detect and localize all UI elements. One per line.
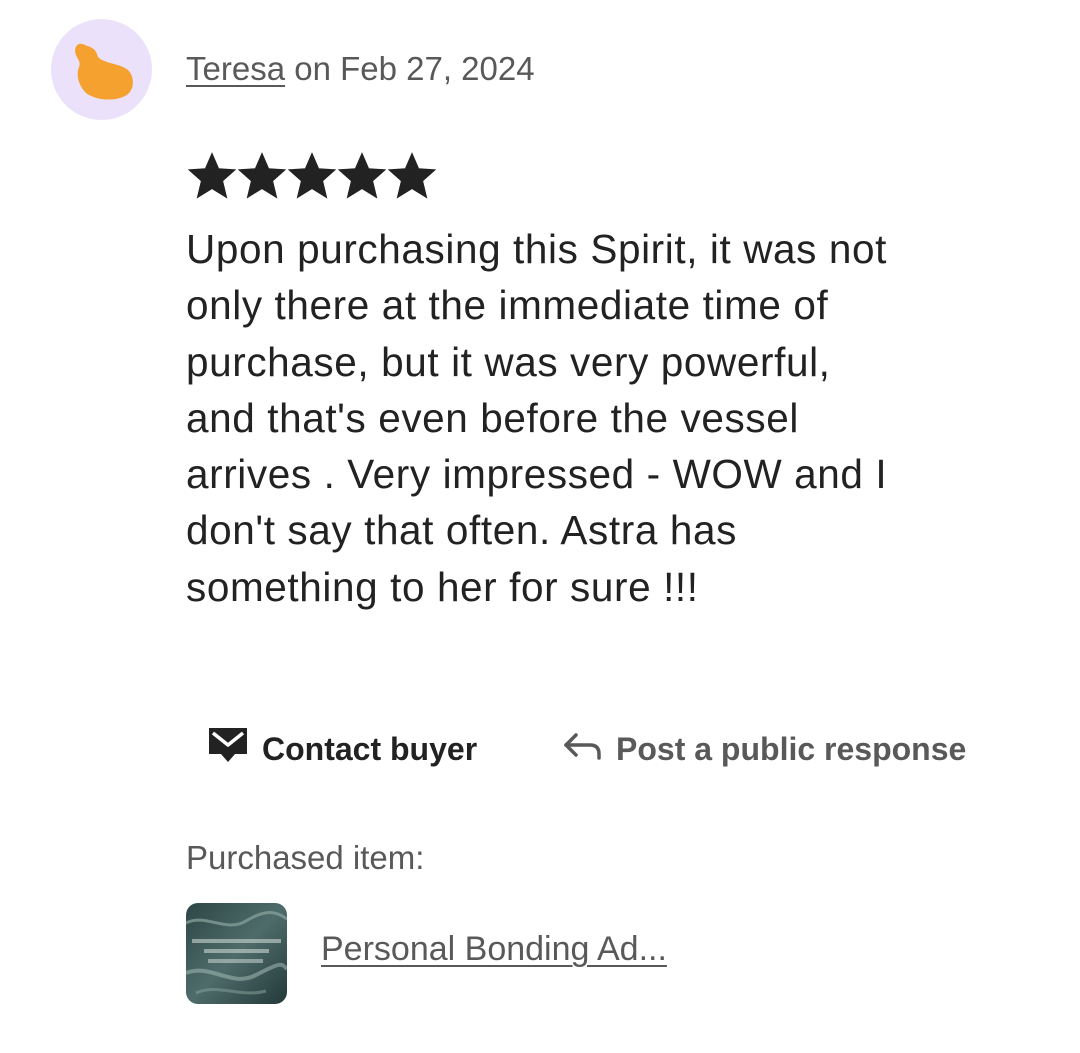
- review-text-line: something to her for sure !!!: [186, 563, 699, 610]
- post-public-response-button[interactable]: Post a public response: [562, 727, 966, 771]
- purchased-item-link[interactable]: Personal Bonding Ad...: [321, 930, 667, 969]
- post-public-response-label: Post a public response: [616, 730, 967, 767]
- star-filled-icon: [388, 152, 436, 199]
- contact-buyer-button[interactable]: Contact buyer: [206, 727, 477, 771]
- reviewer-avatar: [51, 19, 152, 120]
- person-blob-icon: [75, 43, 133, 100]
- reviewer-name-link[interactable]: Teresa: [186, 50, 285, 87]
- purchased-item-label: Purchased item:: [186, 839, 425, 876]
- review-text: Upon purchasing this Spirit, it was not …: [186, 221, 1046, 615]
- review-text-line: purchase, but it was very powerful,: [186, 338, 831, 385]
- review-date: on Feb 27, 2024: [294, 50, 535, 87]
- review-byline: Teresa on Feb 27, 2024: [186, 50, 535, 88]
- review-text-line: Upon purchasing this Spirit, it was not: [186, 226, 887, 272]
- review-text-line: don't say that often. Astra has: [186, 507, 737, 554]
- star-filled-icon: [188, 152, 236, 199]
- reply-arrow-icon: [562, 727, 604, 771]
- star-filled-icon: [338, 152, 386, 199]
- review-text-line: arrives . Very impressed - WOW and I: [186, 451, 888, 498]
- star-filled-icon: [238, 152, 286, 199]
- review-text-line: and that's even before the vessel: [186, 394, 799, 441]
- listing-thumbnail[interactable]: [186, 903, 287, 1004]
- contact-buyer-label: Contact buyer: [262, 730, 478, 767]
- mail-icon: [206, 725, 250, 773]
- star-filled-icon: [288, 152, 336, 199]
- review-text-line: only there at the immediate time of: [186, 282, 829, 329]
- star-rating: [188, 152, 436, 202]
